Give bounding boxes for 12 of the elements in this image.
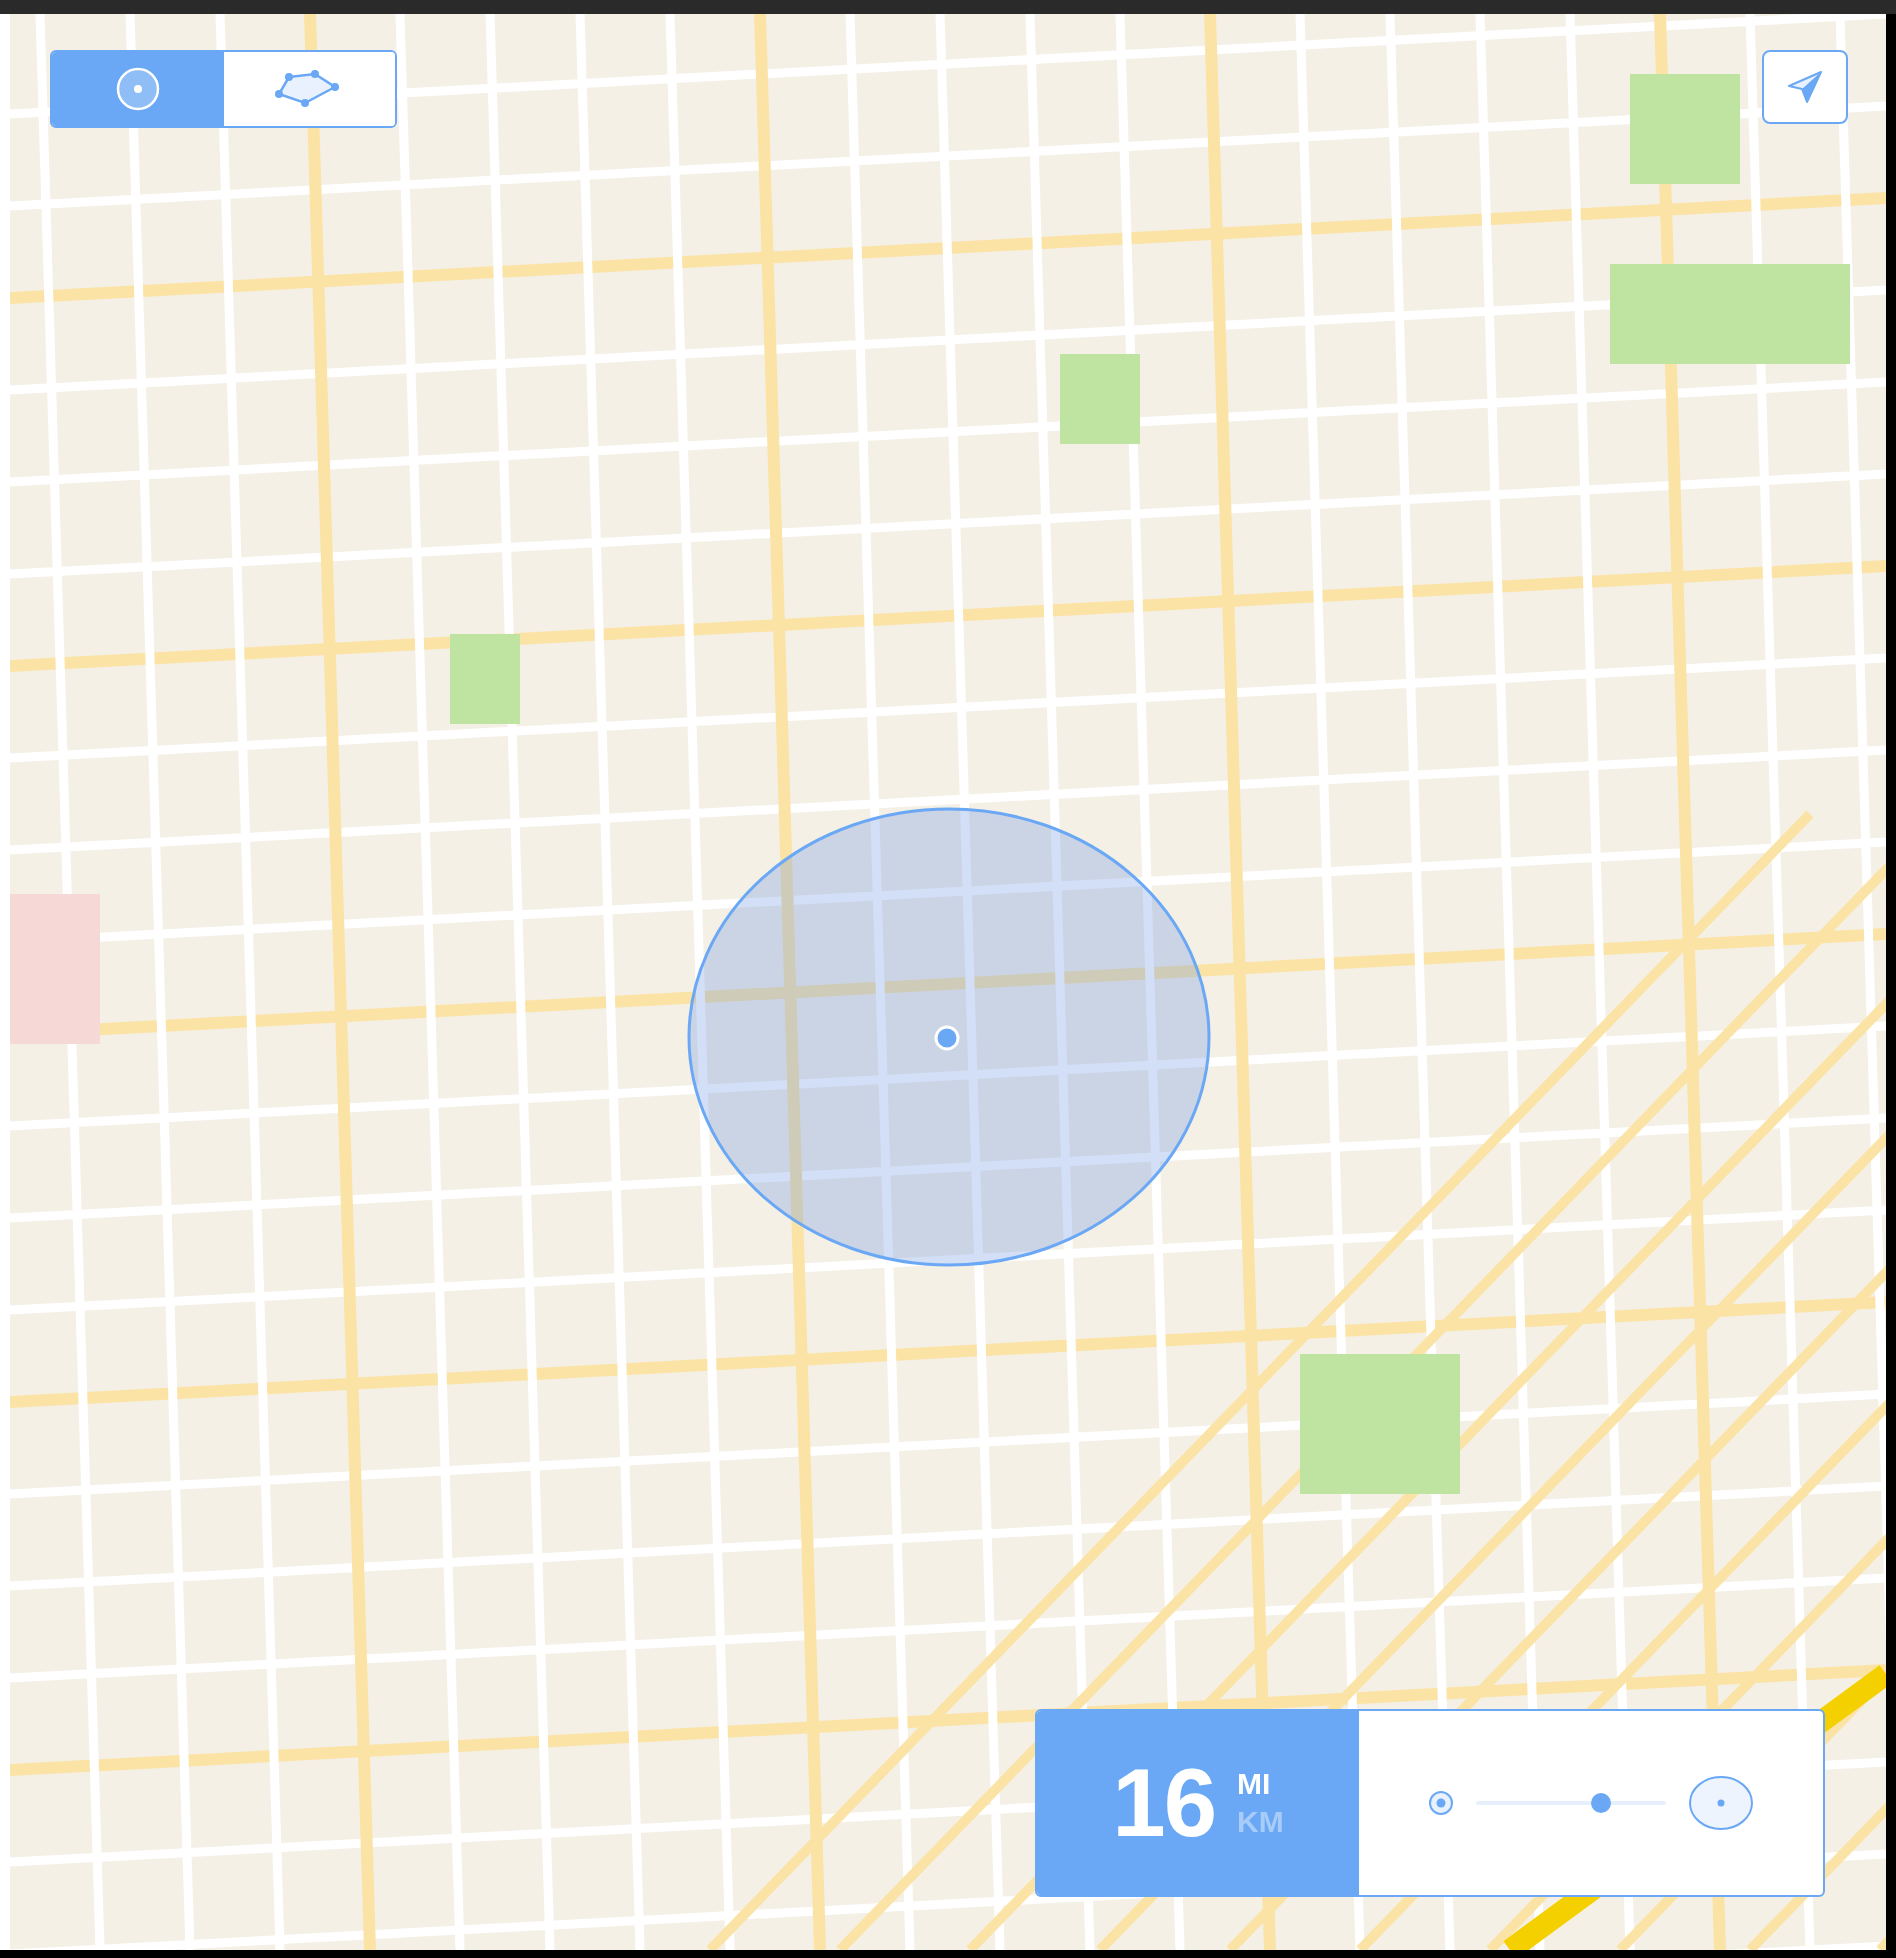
radius-mode-button[interactable] [52,52,224,126]
radius-value: 16 [1112,1748,1216,1858]
slider-thumb[interactable] [1591,1793,1612,1813]
current-location-marker [934,1025,960,1051]
unit-option[interactable]: KM [1237,1805,1284,1839]
unit-option[interactable]: MI [1237,1767,1284,1801]
large-radius-icon [1688,1775,1754,1831]
location-arrow-icon [1787,70,1823,104]
circle-radius-icon [115,67,160,111]
small-radius-icon [1428,1790,1454,1816]
radius-slider[interactable] [1476,1793,1666,1813]
location-button[interactable] [1762,50,1848,124]
